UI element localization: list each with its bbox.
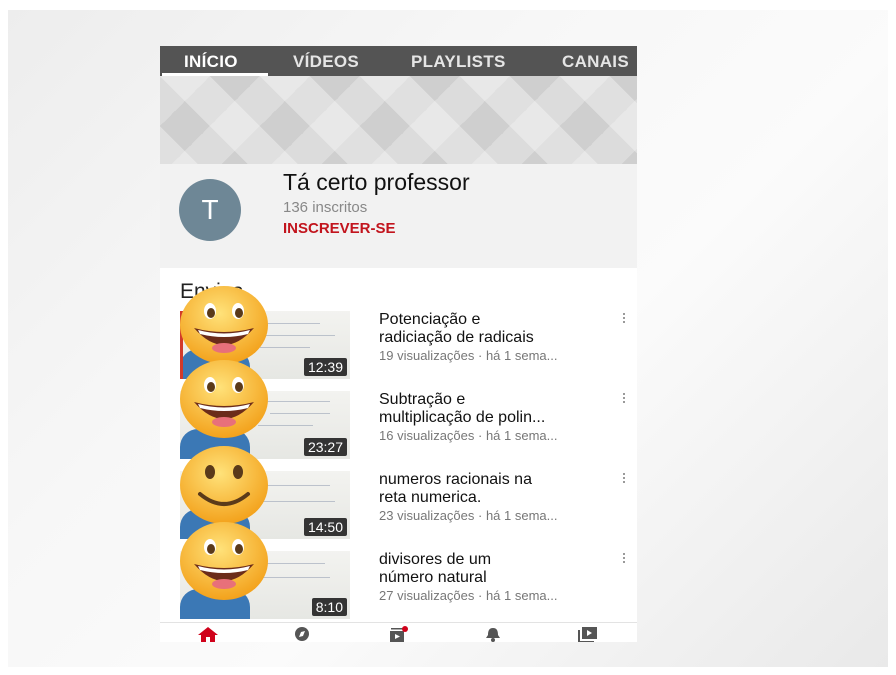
- explore-icon[interactable]: [290, 626, 314, 642]
- video-meta: 19 visualizações · há 1 sema...: [379, 348, 558, 363]
- home-icon[interactable]: [196, 626, 220, 642]
- tab-videos[interactable]: VÍDEOS: [293, 52, 359, 72]
- video-meta: 23 visualizações · há 1 sema...: [379, 508, 558, 523]
- phone-screen: INÍCIO VÍDEOS PLAYLISTS CANAIS T Tá cert…: [160, 46, 637, 642]
- channel-avatar[interactable]: T: [179, 179, 241, 241]
- video-title[interactable]: numeros racionais na reta numerica.: [379, 471, 609, 507]
- channel-tab-bar: INÍCIO VÍDEOS PLAYLISTS CANAIS: [160, 46, 637, 76]
- channel-header: T Tá certo professor 136 inscritos INSCR…: [160, 164, 637, 268]
- bottom-navigation: [160, 622, 637, 642]
- more-options-icon[interactable]: [620, 311, 628, 327]
- subscriptions-icon[interactable]: [386, 626, 410, 642]
- video-duration: 8:10: [311, 598, 347, 616]
- video-title[interactable]: divisores de um número natural: [379, 551, 609, 587]
- tab-canais[interactable]: CANAIS: [562, 52, 629, 72]
- video-title[interactable]: Subtração e multiplicação de polin...: [379, 391, 609, 427]
- notifications-icon[interactable]: [481, 626, 505, 642]
- slight-smile-emoji-icon: [180, 446, 268, 524]
- tab-playlists[interactable]: PLAYLISTS: [411, 52, 506, 72]
- video-title[interactable]: Potenciação e radiciação de radicais: [379, 311, 609, 347]
- subscribe-button[interactable]: INSCREVER-SE: [283, 220, 396, 237]
- more-options-icon[interactable]: [620, 391, 628, 407]
- video-duration: 12:39: [303, 358, 347, 376]
- more-options-icon[interactable]: [620, 551, 628, 567]
- subscriber-count: 136 inscritos: [283, 199, 368, 216]
- tab-inicio[interactable]: INÍCIO: [184, 52, 238, 72]
- smiley-emoji-icon: [180, 286, 268, 364]
- more-options-icon[interactable]: [620, 471, 628, 487]
- video-duration: 14:50: [303, 518, 347, 536]
- library-icon[interactable]: [576, 626, 600, 642]
- video-meta: 16 visualizações · há 1 sema...: [379, 428, 558, 443]
- video-duration: 23:27: [303, 438, 347, 456]
- video-meta: 27 visualizações · há 1 sema...: [379, 588, 558, 603]
- smiley-emoji-icon: [180, 360, 268, 438]
- smiley-emoji-icon: [180, 522, 268, 600]
- channel-name: Tá certo professor: [283, 169, 470, 195]
- channel-banner: [160, 76, 637, 164]
